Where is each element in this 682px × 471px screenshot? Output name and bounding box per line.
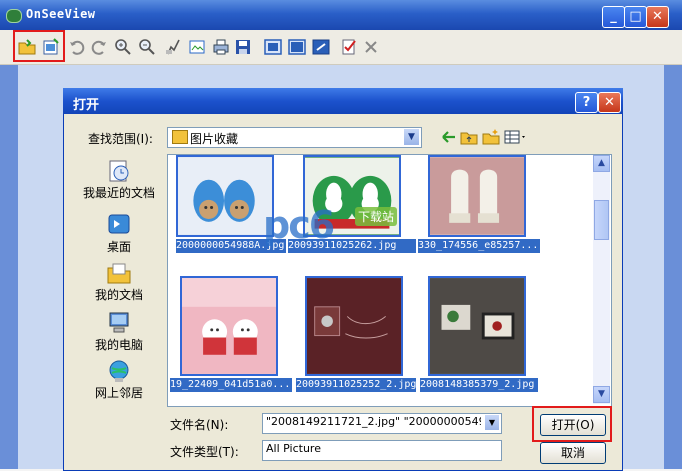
file-caption-6[interactable]: 2008148385379_2.jpg	[420, 378, 538, 392]
filetype-label: 文件类型(T):	[170, 445, 239, 459]
view-1-icon[interactable]	[262, 36, 284, 58]
lookin-dropdown-arrow[interactable]: ▼	[404, 129, 419, 145]
filename-value: "2008149211721_2.jpg" "2000000054988A.	[266, 415, 481, 428]
dialog-titlebar	[63, 88, 623, 114]
filetype-value: All Picture	[266, 442, 321, 455]
check-icon[interactable]	[338, 36, 360, 58]
filename-dropdown-arrow[interactable]: ▼	[485, 415, 499, 430]
zoom-in-icon[interactable]	[112, 36, 134, 58]
slideshow-icon[interactable]	[186, 36, 208, 58]
toolbar-highlight-box	[13, 30, 65, 62]
scroll-thumb[interactable]	[594, 200, 609, 240]
save-icon[interactable]	[232, 36, 254, 58]
place-my-documents[interactable]: 我的文档	[75, 260, 163, 312]
thumbnail-1[interactable]	[176, 155, 274, 237]
view-menu-icon[interactable]	[504, 128, 528, 146]
scroll-down-button[interactable]: ▼	[593, 386, 610, 403]
thumbnail-6[interactable]	[428, 276, 526, 376]
file-caption-4[interactable]: 19_22409_041d51a0...	[170, 378, 292, 392]
folder-icon	[172, 130, 188, 144]
dialog-close-button[interactable]: ✕	[598, 92, 621, 113]
app-close-button[interactable]: ✕	[646, 6, 669, 28]
watermark: pc6 下载站	[263, 203, 398, 247]
network-icon	[106, 358, 132, 384]
vertical-scrollbar[interactable]	[593, 155, 610, 404]
place-desktop[interactable]: 桌面	[75, 212, 163, 264]
cancel-button[interactable]: 取消	[540, 442, 606, 464]
my-documents-icon	[106, 260, 132, 286]
open-button-highlight-box	[532, 406, 612, 442]
recent-docs-icon	[106, 158, 132, 184]
new-folder-icon[interactable]	[482, 128, 500, 146]
view-2-icon[interactable]	[286, 36, 308, 58]
fullscreen-icon[interactable]	[310, 36, 332, 58]
lookin-value: 图片收藏	[190, 132, 239, 146]
my-computer-icon	[106, 310, 132, 336]
thumbnail-4[interactable]	[180, 276, 278, 376]
thumbnail-5[interactable]	[305, 276, 403, 376]
thumbnail-3[interactable]	[428, 155, 526, 237]
back-icon[interactable]	[440, 128, 458, 146]
file-caption-5[interactable]: 20093911025252_2.jpg	[296, 378, 416, 392]
minimize-button[interactable]: _	[602, 6, 625, 28]
scroll-up-button[interactable]: ▲	[593, 155, 610, 172]
pan-icon[interactable]	[162, 36, 184, 58]
print-icon[interactable]	[210, 36, 232, 58]
filename-label: 文件名(N):	[170, 418, 229, 432]
dialog-title: 打开	[73, 98, 100, 113]
maximize-button[interactable]: □	[624, 6, 647, 28]
lookin-label: 查找范围(I):	[88, 132, 153, 146]
help-button[interactable]: ?	[575, 92, 598, 113]
app-icon	[6, 9, 22, 23]
place-network[interactable]: 网上邻居	[75, 358, 163, 410]
app-titlebar	[0, 0, 682, 30]
zoom-out-icon[interactable]	[136, 36, 158, 58]
close-icon[interactable]	[360, 36, 382, 58]
desktop-icon	[106, 212, 132, 238]
file-caption-3[interactable]: 330_174556_e85257...	[418, 239, 540, 253]
up-folder-icon[interactable]	[460, 128, 478, 146]
app-title: OnSeeView	[26, 7, 96, 21]
place-recent[interactable]: 我最近的文档	[75, 158, 163, 210]
redo-icon[interactable]	[88, 36, 110, 58]
place-my-computer[interactable]: 我的电脑	[75, 310, 163, 362]
undo-icon[interactable]	[66, 36, 88, 58]
